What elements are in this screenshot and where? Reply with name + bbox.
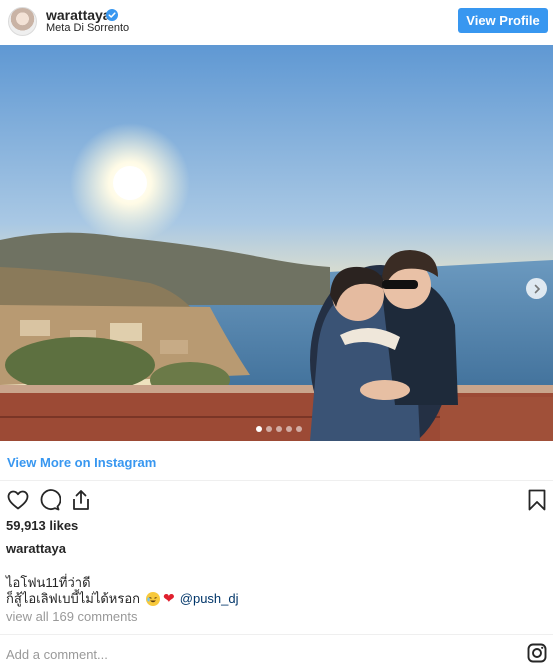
post-header: warattaya Meta Di Sorrento View Profile	[0, 0, 553, 44]
username[interactable]: warattaya	[46, 7, 111, 23]
view-more-link[interactable]: View More on Instagram	[7, 455, 156, 470]
carousel-indicator	[256, 426, 302, 432]
carousel-dot	[256, 426, 262, 432]
bookmark-icon[interactable]	[525, 488, 549, 512]
verified-badge-icon	[106, 9, 118, 21]
share-icon[interactable]	[69, 488, 93, 512]
caption-username[interactable]: warattaya	[6, 541, 66, 556]
carousel-dot	[296, 426, 302, 432]
laughing-emoji-icon	[146, 591, 161, 606]
photo-image	[0, 45, 553, 441]
instagram-logo-icon[interactable]	[527, 643, 547, 663]
avatar[interactable]	[8, 7, 37, 36]
carousel-dot	[286, 426, 292, 432]
heart-icon[interactable]	[6, 488, 30, 512]
add-comment-input[interactable]	[6, 647, 406, 662]
view-all-comments-link[interactable]: view all 169 comments	[6, 609, 138, 624]
carousel-dot	[266, 426, 272, 432]
likes-count[interactable]: 59,913 likes	[6, 518, 78, 533]
caption-text: ก็สู้ไอเลิฟเบบี้ไม่ได้หรอก	[6, 591, 141, 606]
divider	[0, 634, 553, 635]
view-profile-button[interactable]: View Profile	[458, 8, 548, 33]
mention-link[interactable]: @push_dj	[180, 591, 239, 606]
carousel-next-button[interactable]	[526, 278, 547, 299]
red-heart-icon: ❤	[163, 590, 175, 606]
divider	[0, 480, 553, 481]
caption-line-2: ก็สู้ไอเลิฟเบบี้ไม่ได้หรอก ❤ @push_dj	[6, 588, 239, 609]
comment-bubble-icon[interactable]	[37, 488, 61, 512]
chevron-right-icon	[534, 284, 540, 293]
post-photo[interactable]	[0, 45, 553, 441]
carousel-dot	[276, 426, 282, 432]
location-label[interactable]: Meta Di Sorrento	[46, 22, 129, 34]
